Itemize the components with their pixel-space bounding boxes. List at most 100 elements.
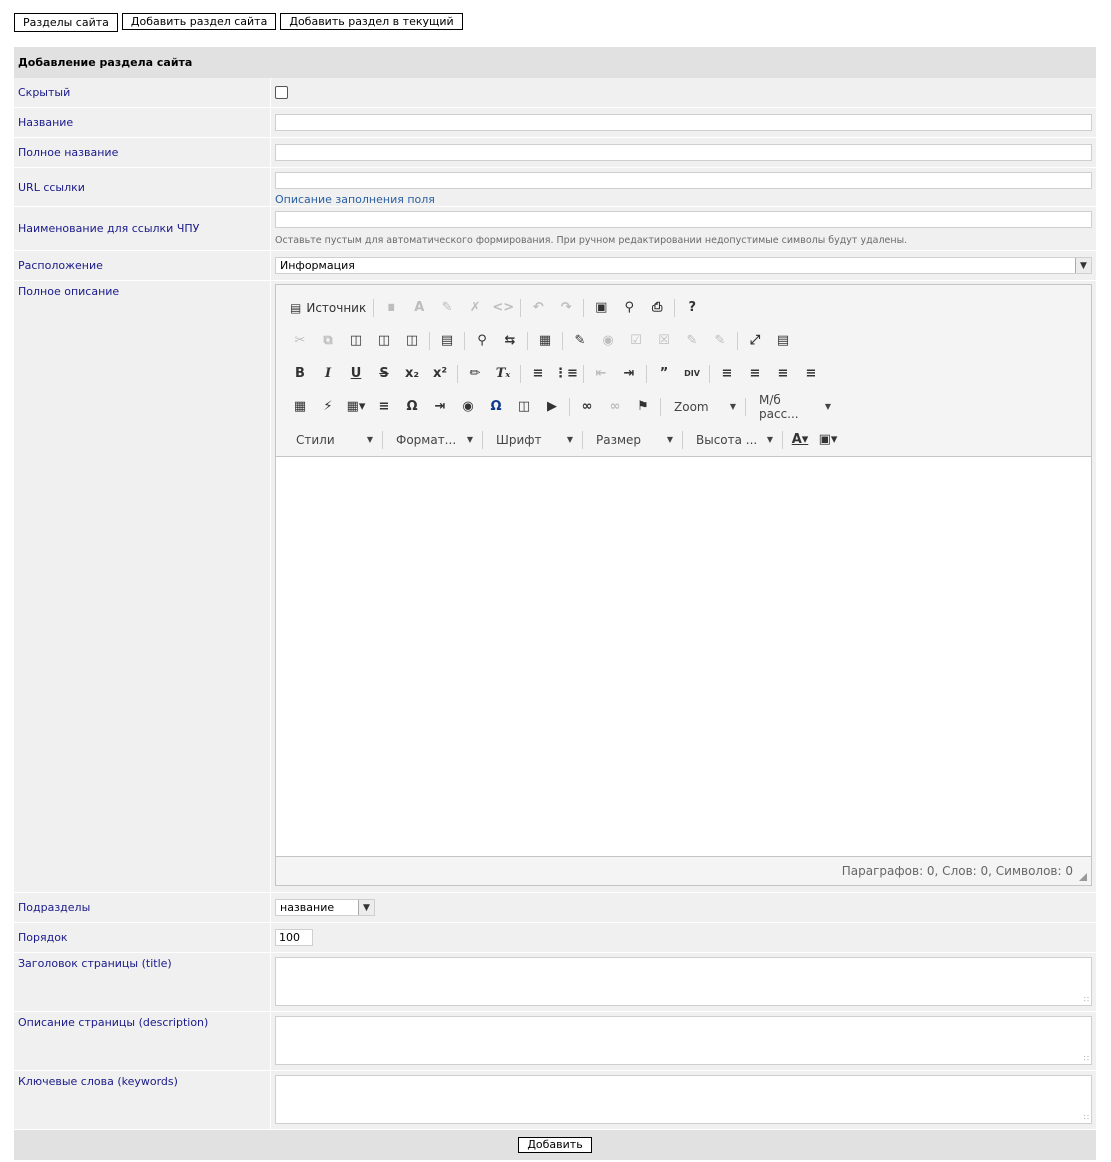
paste-word-icon[interactable]: ◫ xyxy=(398,329,426,353)
search-icon[interactable]: ⚲ xyxy=(468,329,496,353)
align-right-icon[interactable]: ≡ xyxy=(769,362,797,386)
show-blocks-icon[interactable]: ▤ xyxy=(769,329,797,353)
save-icon[interactable]: ▣ xyxy=(587,296,615,320)
textfield-icon[interactable]: ☒ xyxy=(650,329,678,353)
superscript-icon[interactable]: x² xyxy=(426,362,454,386)
copy-icon[interactable]: ⧉ xyxy=(314,329,342,353)
maximize-icon[interactable]: ⤢ xyxy=(741,329,769,353)
image-icon[interactable]: ▦ xyxy=(286,395,314,419)
align-center-icon[interactable]: ≡ xyxy=(741,362,769,386)
radio-icon[interactable]: ◉ xyxy=(594,329,622,353)
line-height-combo[interactable]: Высота ... ▼ xyxy=(686,428,779,452)
subsections-label: Подразделы xyxy=(14,893,271,922)
url-help-link[interactable]: Описание заполнения поля xyxy=(275,193,1092,206)
horizontal-line-icon[interactable]: ≡ xyxy=(370,395,398,419)
hidden-field-icon[interactable]: ✎ xyxy=(706,329,734,353)
hidden-checkbox[interactable] xyxy=(275,86,288,99)
source-button[interactable]: ▤ Источник xyxy=(286,296,370,320)
italic-icon[interactable]: I xyxy=(314,362,342,386)
templates-icon[interactable]: ▤ xyxy=(433,329,461,353)
chevron-down-icon: ▼ xyxy=(729,402,736,411)
div-icon[interactable]: DIV xyxy=(678,362,706,386)
link-icon[interactable]: ∞ xyxy=(573,395,601,419)
numbered-list-icon[interactable]: ≡ xyxy=(524,362,552,386)
location-select[interactable]: Информация ▼ xyxy=(275,257,1092,274)
outdent-icon[interactable]: ⇤ xyxy=(587,362,615,386)
unlink-icon[interactable]: ∞ xyxy=(601,395,629,419)
form-icon[interactable]: ✎ xyxy=(566,329,594,353)
subscript-icon[interactable]: x₂ xyxy=(398,362,426,386)
strike-icon[interactable]: S xyxy=(370,362,398,386)
youtube-icon[interactable]: ▶ xyxy=(538,395,566,419)
add-section-form: Добавление раздела сайта Скрытый Названи… xyxy=(14,47,1096,1160)
font-combo[interactable]: Шрифт ▼ xyxy=(486,428,579,452)
resize-grip-icon[interactable] xyxy=(1079,873,1087,881)
select-all-icon[interactable]: ▦ xyxy=(531,329,559,353)
size-combo[interactable]: Размер ▼ xyxy=(586,428,679,452)
fullname-input[interactable] xyxy=(275,144,1092,161)
add-subsection-button[interactable]: Добавить раздел в текущий xyxy=(280,13,463,30)
bulleted-list-icon[interactable]: ⋮≡ xyxy=(552,362,580,386)
page-break-icon[interactable]: ⇥ xyxy=(426,395,454,419)
chevron-down-icon: ▼ xyxy=(666,435,673,444)
editor-status-bar: Параграфов: 0, Слов: 0, Символов: 0 xyxy=(276,857,1091,885)
order-input[interactable] xyxy=(275,929,313,946)
sections-button[interactable]: Разделы сайта xyxy=(14,13,118,32)
url-input[interactable] xyxy=(275,172,1092,189)
cut-icon[interactable]: ✂ xyxy=(286,329,314,353)
paste-text-icon[interactable]: ◫ xyxy=(370,329,398,353)
preview-icon[interactable]: ⚲ xyxy=(615,296,643,320)
title-textarea[interactable]: ∷ xyxy=(275,957,1092,1006)
format-combo[interactable]: Формат... ▼ xyxy=(386,428,479,452)
replace-icon[interactable]: ⇆ xyxy=(496,329,524,353)
find-icon[interactable]: ∎ xyxy=(377,296,405,320)
keywords-label: Ключевые слова (keywords) xyxy=(14,1071,271,1129)
special-char-icon[interactable]: Ω xyxy=(398,395,426,419)
styles-combo[interactable]: Стили ▼ xyxy=(286,428,379,452)
text-color-icon[interactable]: A▾ xyxy=(786,428,814,452)
textarea-icon[interactable]: ✎ xyxy=(678,329,706,353)
name-input[interactable] xyxy=(275,114,1092,131)
align-left-icon[interactable]: ≡ xyxy=(713,362,741,386)
submit-button[interactable]: Добавить xyxy=(518,1137,592,1153)
flash-icon[interactable]: ⚡ xyxy=(314,395,342,419)
desc-label: Описание страницы (description) xyxy=(14,1012,271,1070)
globe-icon[interactable]: ◉ xyxy=(454,395,482,419)
table-icon[interactable]: ▦▾ xyxy=(342,395,370,419)
comment-icon[interactable]: ✎ xyxy=(433,296,461,320)
help-icon[interactable]: ? xyxy=(678,296,706,320)
spellcheck-icon[interactable]: A xyxy=(405,296,433,320)
add-section-button[interactable]: Добавить раздел сайта xyxy=(121,13,277,30)
print-icon[interactable]: ⎙ xyxy=(643,296,671,320)
remove-comment-icon[interactable]: ✗ xyxy=(461,296,489,320)
word-count: Параграфов: 0, Слов: 0, Символов: 0 xyxy=(841,864,1073,878)
code-icon[interactable]: <> xyxy=(489,296,517,320)
anchor-flag-icon[interactable]: ⚑ xyxy=(629,395,657,419)
paste-icon[interactable]: ◫ xyxy=(342,329,370,353)
format-painter-icon[interactable]: ✏ xyxy=(461,362,489,386)
zoom-combo[interactable]: Zoom ▼ xyxy=(664,395,742,419)
chevron-down-icon: ▼ xyxy=(566,435,573,444)
cpu-input[interactable] xyxy=(275,211,1092,228)
indent-icon[interactable]: ⇥ xyxy=(615,362,643,386)
undo-icon[interactable]: ↶ xyxy=(524,296,552,320)
bold-icon[interactable]: B xyxy=(286,362,314,386)
keywords-textarea[interactable]: ∷ xyxy=(275,1075,1092,1124)
underline-icon[interactable]: U xyxy=(342,362,370,386)
blockquote-icon[interactable]: ” xyxy=(650,362,678,386)
editor-content-area[interactable] xyxy=(276,456,1091,857)
iframe-icon[interactable]: ◫ xyxy=(510,395,538,419)
fullname-label: Полное название xyxy=(14,138,271,167)
bg-color-icon[interactable]: ▣▾ xyxy=(814,428,842,452)
omega-icon[interactable]: Ω xyxy=(482,395,510,419)
order-label: Порядок xyxy=(14,923,271,952)
subsections-select[interactable]: название ▼ xyxy=(275,899,375,916)
location-label: Расположение xyxy=(14,251,271,280)
checkbox-icon[interactable]: ☑ xyxy=(622,329,650,353)
redo-icon[interactable]: ↷ xyxy=(552,296,580,320)
chevron-down-icon: ▼ xyxy=(1075,258,1091,273)
align-justify-icon[interactable]: ≡ xyxy=(797,362,825,386)
mb-combo[interactable]: М/б расс... ▼ xyxy=(749,393,837,421)
description-textarea[interactable]: ∷ xyxy=(275,1016,1092,1065)
remove-format-icon[interactable]: Tₓ xyxy=(489,362,517,386)
